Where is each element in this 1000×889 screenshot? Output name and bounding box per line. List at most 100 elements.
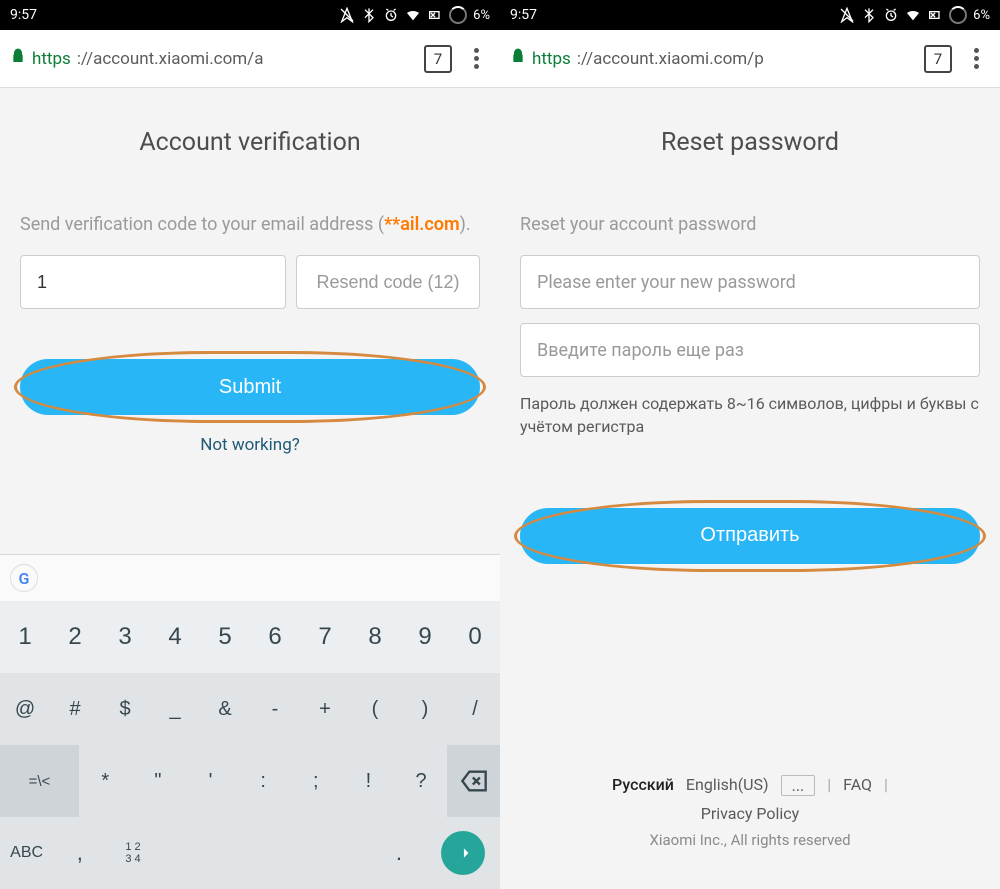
keyboard-row-3: =\< *"':;!?: [0, 745, 500, 817]
google-logo-icon[interactable]: G: [10, 564, 38, 592]
status-icons: 6%: [339, 6, 490, 24]
key-5[interactable]: 5: [200, 601, 250, 673]
keyboard-suggestion-bar: G: [0, 555, 500, 601]
key-1[interactable]: 1: [0, 601, 50, 673]
key-'[interactable]: ': [184, 745, 237, 817]
more-languages-button[interactable]: ...: [781, 775, 816, 796]
key-)[interactable]: ): [400, 673, 450, 745]
period-key[interactable]: .: [372, 817, 425, 889]
not-working-link[interactable]: Not working?: [20, 435, 480, 455]
page-content-left: Account verification Send verification c…: [0, 88, 500, 554]
loading-spinner-icon: [449, 6, 467, 24]
wifi-icon: [405, 7, 421, 23]
password-hint: Пароль должен содержать 8~16 символов, ц…: [520, 393, 980, 438]
verification-code-input[interactable]: [20, 255, 286, 309]
submit-button[interactable]: Submit: [20, 359, 480, 415]
key-?[interactable]: ?: [395, 745, 448, 817]
page-footer: Русский English(US) ... | FAQ | Privacy …: [520, 745, 980, 889]
key-+[interactable]: +: [300, 673, 350, 745]
enter-icon: [441, 831, 485, 875]
key-0[interactable]: 0: [450, 601, 500, 673]
space-key[interactable]: [160, 817, 373, 889]
status-time: 9:57: [510, 7, 537, 23]
instruction-text: Send verification code to your email add…: [20, 212, 480, 237]
keyboard-row-2: @#$_&-+()/: [0, 673, 500, 745]
key-*[interactable]: *: [79, 745, 132, 817]
url-path: ://account.xiaomi.com/p: [577, 49, 764, 69]
browser-url-bar: https://account.xiaomi.com/p 7: [500, 30, 1000, 88]
numpad-toggle-key[interactable]: 1 23 4: [106, 817, 159, 889]
code-input-row: Resend code (12): [20, 255, 480, 309]
password-inputs: Please enter your new password Введите п…: [520, 255, 980, 391]
key-9[interactable]: 9: [400, 601, 450, 673]
key-2[interactable]: 2: [50, 601, 100, 673]
loading-spinner-icon: [949, 6, 967, 24]
status-time: 9:57: [10, 7, 37, 23]
key-3[interactable]: 3: [100, 601, 150, 673]
bluetooth-icon: [361, 7, 377, 23]
masked-email: **ail.com: [384, 214, 460, 235]
submit-button[interactable]: Отправить: [520, 508, 980, 564]
new-password-input[interactable]: Please enter your new password: [520, 255, 980, 309]
url-field[interactable]: https ://account.xiaomi.com/a: [10, 48, 414, 69]
confirm-password-input[interactable]: Введите пароль еще раз: [520, 323, 980, 377]
phone-right: 9:57 6% https://account.xiaomi.com/p 7 R…: [500, 0, 1000, 889]
backspace-key[interactable]: [447, 745, 500, 817]
key-6[interactable]: 6: [250, 601, 300, 673]
key-$[interactable]: $: [100, 673, 150, 745]
tab-switcher[interactable]: 7: [924, 45, 952, 73]
battery-frame-icon: [927, 7, 943, 23]
battery-frame-icon: [427, 7, 443, 23]
wifi-icon: [905, 7, 921, 23]
overflow-menu[interactable]: [962, 48, 990, 69]
key-7[interactable]: 7: [300, 601, 350, 673]
key-_[interactable]: _: [150, 673, 200, 745]
tab-switcher[interactable]: 7: [424, 45, 452, 73]
current-language[interactable]: Русский: [612, 775, 674, 796]
key--[interactable]: -: [250, 673, 300, 745]
soft-keyboard: G 1234567890 @#$_&-+()/ =\< *"':;!? ABC …: [0, 554, 500, 889]
status-bar: 9:57 6%: [0, 0, 500, 30]
url-field[interactable]: https://account.xiaomi.com/p: [510, 48, 914, 69]
page-content-right: Reset password Reset your account passwo…: [500, 88, 1000, 889]
overflow-menu[interactable]: [462, 48, 490, 69]
lock-icon: [10, 48, 26, 69]
key-8[interactable]: 8: [350, 601, 400, 673]
url-scheme: https: [32, 49, 71, 69]
key-;[interactable]: ;: [289, 745, 342, 817]
submit-button-wrap: Отправить: [520, 508, 980, 564]
url-path: ://account.xiaomi.com/a: [77, 49, 264, 69]
symbol-toggle-key[interactable]: =\<: [0, 745, 79, 817]
language-english-link[interactable]: English(US): [686, 775, 769, 796]
abc-key[interactable]: ABC: [0, 817, 53, 889]
keyboard-row-1: 1234567890: [0, 601, 500, 673]
resend-code-button[interactable]: Resend code (12): [296, 255, 480, 309]
battery-percent: 6%: [473, 8, 490, 23]
alarm-icon: [883, 7, 899, 23]
instruction-text: Reset your account password: [520, 212, 980, 237]
enter-key[interactable]: [426, 817, 500, 889]
status-icons: 6%: [839, 6, 990, 24]
key-:[interactable]: :: [237, 745, 290, 817]
page-title: Reset password: [520, 128, 980, 157]
comma-key[interactable]: ,: [53, 817, 106, 889]
phone-left: 9:57 6% https://account.xiaomi.com/a 7 A…: [0, 0, 500, 889]
keyboard-row-4: ABC , 1 23 4 .: [0, 817, 500, 889]
browser-url-bar: https ://account.xiaomi.com/a 7: [0, 30, 500, 88]
location-off-icon: [839, 7, 855, 23]
privacy-policy-link[interactable]: Privacy Policy: [701, 804, 800, 823]
key-([interactable]: (: [350, 673, 400, 745]
faq-link[interactable]: FAQ: [843, 775, 872, 796]
status-bar: 9:57 6%: [500, 0, 1000, 30]
key-4[interactable]: 4: [150, 601, 200, 673]
alarm-icon: [383, 7, 399, 23]
submit-button-wrap: Submit: [20, 359, 480, 415]
key-&[interactable]: &: [200, 673, 250, 745]
key-![interactable]: !: [342, 745, 395, 817]
key-/[interactable]: /: [450, 673, 500, 745]
key-#[interactable]: #: [50, 673, 100, 745]
copyright-text: Xiaomi Inc., All rights reserved: [530, 831, 970, 849]
location-off-icon: [339, 7, 355, 23]
key-"[interactable]: ": [132, 745, 185, 817]
key-@[interactable]: @: [0, 673, 50, 745]
